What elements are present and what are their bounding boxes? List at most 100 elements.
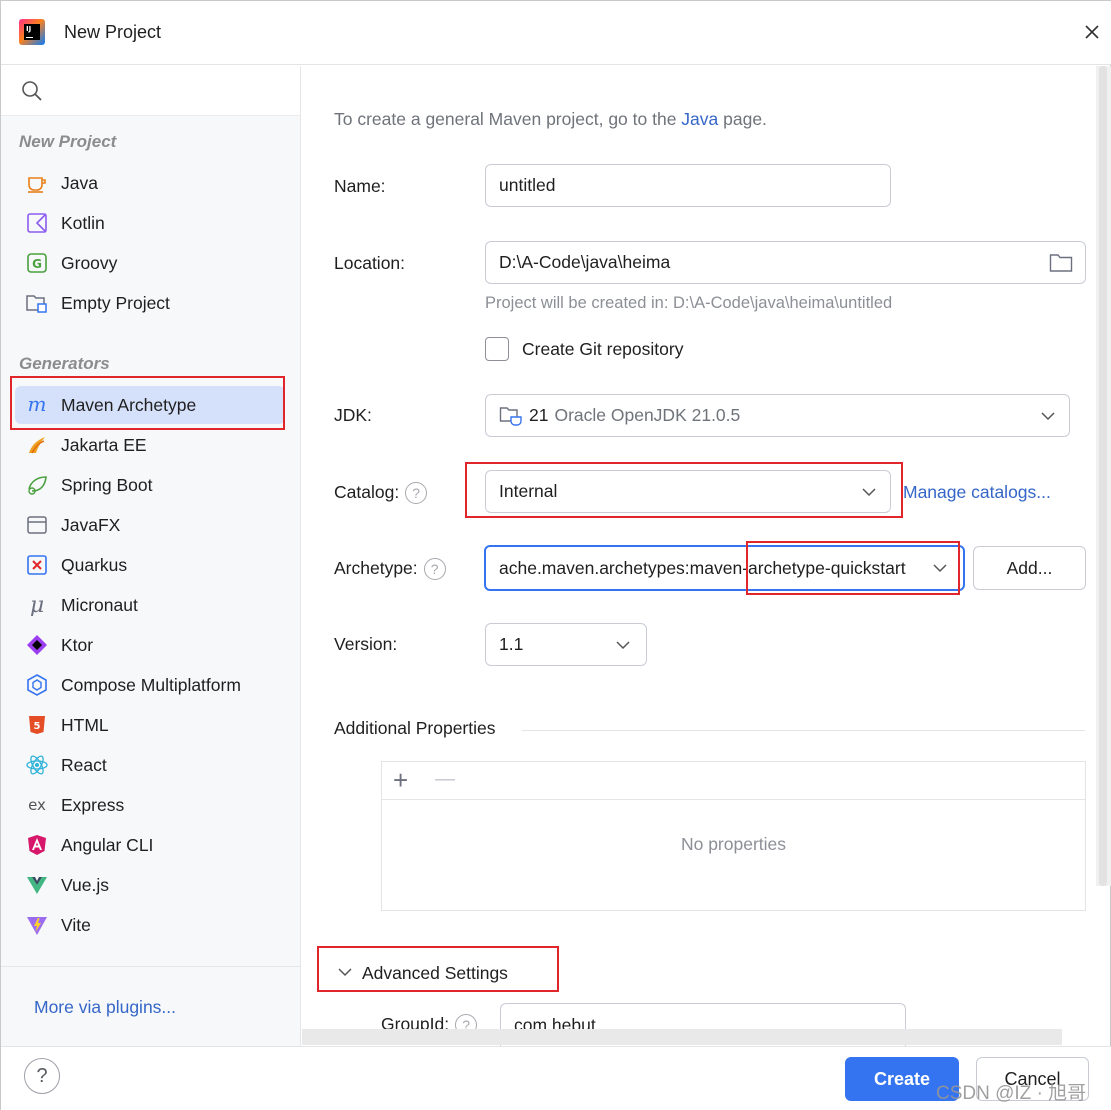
no-properties-text: No properties — [680, 834, 787, 854]
sidebar-item-javafx[interactable]: JavaFX — [15, 506, 285, 544]
group-title-generators: Generators — [19, 354, 110, 373]
svg-text:5: 5 — [34, 721, 41, 732]
vertical-scrollbar[interactable] — [1096, 66, 1111, 886]
kotlin-icon — [25, 211, 49, 235]
catalog-select[interactable]: Internal — [485, 470, 891, 513]
maven-icon: m — [25, 393, 49, 417]
sidebar-divider — [1, 966, 300, 967]
sidebar: New Project Java Kotlin G Groovy Empty P… — [1, 66, 301, 1046]
properties-toolbar: + — — [382, 762, 1085, 800]
sidebar-item-label: Java — [61, 172, 98, 193]
folder-icon[interactable] — [1049, 253, 1073, 273]
sidebar-item-label: React — [61, 754, 107, 775]
groovy-icon: G — [25, 251, 49, 275]
sidebar-item-jakarta-ee[interactable]: Jakarta EE — [15, 426, 285, 464]
name-label: Name: — [334, 176, 386, 196]
sidebar-item-html[interactable]: 5 HTML — [15, 706, 285, 744]
chevron-down-icon — [933, 564, 947, 573]
location-value: D:\A-Code\java\heima — [499, 252, 671, 272]
chevron-down-icon — [862, 487, 876, 496]
sidebar-item-react[interactable]: React — [15, 746, 285, 784]
name-value: untitled — [499, 175, 556, 195]
location-note: Project will be created in: D:\A-Code\ja… — [485, 294, 893, 312]
search-icon — [22, 81, 42, 101]
maven-hint: To create a general Maven project, go to… — [334, 109, 767, 130]
jdk-label: JDK: — [334, 405, 372, 425]
create-git-checkbox[interactable] — [485, 337, 509, 361]
sidebar-item-ktor[interactable]: Ktor — [15, 626, 285, 664]
sidebar-item-label: HTML — [61, 714, 109, 735]
sidebar-item-quarkus[interactable]: Quarkus — [15, 546, 285, 584]
java-cup-icon — [25, 171, 49, 195]
properties-table: + — No properties — [381, 761, 1086, 911]
chevron-down-icon[interactable] — [338, 967, 352, 977]
chevron-down-icon — [1041, 411, 1055, 420]
html5-icon: 5 — [25, 713, 49, 737]
svg-text:ex: ex — [28, 796, 46, 814]
sidebar-item-vite[interactable]: Vite — [15, 906, 285, 944]
catalog-label: Catalog:? — [334, 482, 428, 505]
jdk-version: 21 — [529, 405, 549, 425]
sidebar-item-label: Vue.js — [61, 874, 109, 895]
archetype-help-icon[interactable]: ? — [423, 558, 446, 581]
main-panel: To create a general Maven project, go to… — [302, 66, 1096, 1046]
jdk-folder-icon — [499, 406, 522, 426]
empty-project-icon — [25, 291, 49, 315]
add-property-icon[interactable]: + — [393, 765, 408, 796]
help-button[interactable]: ? — [24, 1058, 60, 1094]
hint-text-suffix: page. — [718, 109, 767, 129]
create-git-label: Create Git repository — [522, 339, 684, 359]
search-input[interactable] — [1, 66, 300, 116]
dialog-title: New Project — [64, 22, 162, 42]
svg-text:G: G — [32, 257, 42, 271]
spring-boot-icon — [25, 473, 49, 497]
sidebar-item-label: Micronaut — [61, 594, 138, 615]
group-title-new-project: New Project — [19, 132, 117, 151]
compose-icon — [25, 673, 49, 697]
add-archetype-button[interactable]: Add... — [973, 546, 1086, 590]
sidebar-item-label: Jakarta EE — [61, 434, 147, 455]
sidebar-item-empty-project[interactable]: Empty Project — [15, 284, 285, 322]
close-icon[interactable] — [1081, 21, 1103, 43]
sidebar-item-micronaut[interactable]: μ Micronaut — [15, 586, 285, 624]
archetype-label: Archetype:? — [334, 558, 446, 581]
sidebar-item-express[interactable]: ex Express — [15, 786, 285, 824]
scrollbar-thumb[interactable] — [1099, 66, 1107, 886]
location-field[interactable]: D:\A-Code\java\heima — [485, 241, 1086, 284]
sidebar-item-kotlin[interactable]: Kotlin — [15, 204, 285, 242]
archetype-select[interactable]: ache.maven.archetypes:maven-archetype-qu… — [484, 545, 965, 591]
remove-property-icon: — — [435, 768, 455, 790]
archetype-label-text: Archetype: — [334, 558, 418, 578]
sidebar-item-maven-archetype[interactable]: m Maven Archetype — [15, 386, 285, 424]
catalog-help-icon[interactable]: ? — [405, 482, 428, 505]
version-label: Version: — [334, 634, 398, 654]
horizontal-scrollbar[interactable] — [302, 1029, 1062, 1045]
name-field[interactable]: untitled — [485, 164, 891, 207]
more-plugins-link[interactable]: More via plugins... — [34, 997, 176, 1018]
sidebar-item-java[interactable]: Java — [15, 164, 285, 202]
sidebar-item-angular-cli[interactable]: Angular CLI — [15, 826, 285, 864]
sidebar-item-label: Express — [61, 794, 125, 815]
jakarta-icon — [25, 433, 49, 457]
sidebar-item-label: Compose Multiplatform — [61, 674, 241, 695]
catalog-value: Internal — [499, 481, 558, 501]
sidebar-item-compose-multiplatform[interactable]: Compose Multiplatform — [15, 666, 285, 704]
sidebar-item-label: Angular CLI — [61, 834, 154, 855]
archetype-value: ache.maven.archetypes:maven-archetype-qu… — [499, 557, 906, 578]
java-page-link[interactable]: Java — [681, 109, 718, 129]
sidebar-item-groovy[interactable]: G Groovy — [15, 244, 285, 282]
title-bar: IJ New Project — [1, 1, 1111, 65]
sidebar-item-label: Groovy — [61, 252, 118, 273]
jdk-select[interactable]: 21 Oracle OpenJDK 21.0.5 — [485, 394, 1070, 437]
sidebar-item-vuejs[interactable]: Vue.js — [15, 866, 285, 904]
manage-catalogs-link[interactable]: Manage catalogs... — [903, 482, 1051, 503]
hint-text: To create a general Maven project, go to… — [334, 109, 682, 129]
chevron-down-icon — [616, 640, 630, 649]
sidebar-item-spring-boot[interactable]: Spring Boot — [15, 466, 285, 504]
version-value: 1.1 — [499, 634, 524, 654]
svg-text:μ: μ — [30, 594, 44, 616]
version-select[interactable]: 1.1 — [485, 623, 647, 666]
sidebar-item-label: Ktor — [61, 634, 94, 655]
advanced-settings-toggle[interactable]: Advanced Settings — [362, 963, 508, 984]
watermark: CSDN @IZ · 旭哥 — [936, 1083, 1087, 1104]
